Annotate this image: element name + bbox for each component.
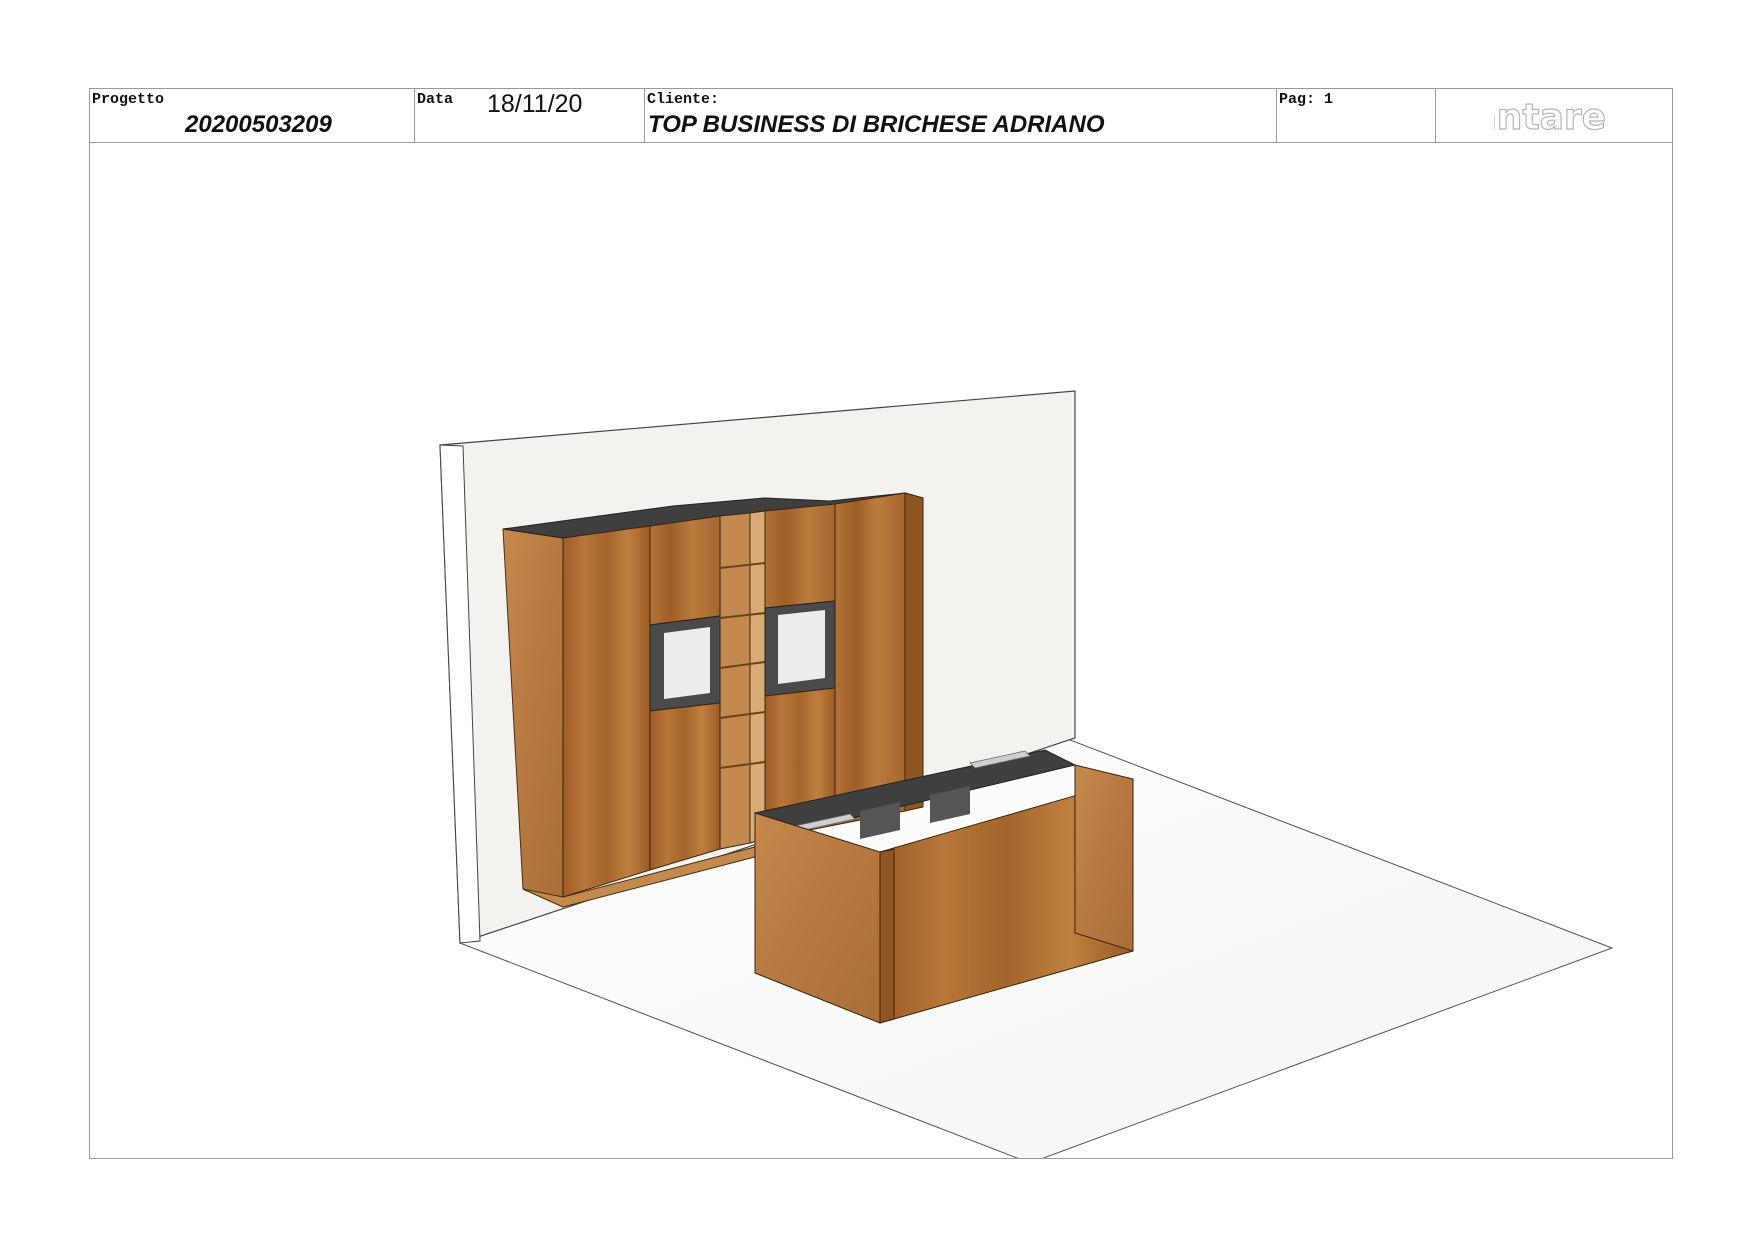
client-name: TOP BUSINESS DI BRICHESE ADRIANO bbox=[648, 111, 1105, 138]
open-shelf-side bbox=[749, 510, 766, 844]
upper-door-left bbox=[649, 515, 721, 626]
wardrobe-door-1 bbox=[562, 525, 651, 898]
title-block: Progetto 20200503209 Data 18/11/20 Clien… bbox=[90, 89, 1672, 143]
client-cell: Cliente: TOP BUSINESS DI BRICHESE ADRIAN… bbox=[645, 89, 1277, 142]
niche-right-back bbox=[778, 610, 825, 684]
date-value: 18/11/20 bbox=[487, 90, 583, 118]
niche-left-back bbox=[664, 627, 710, 699]
page-cell: Pag: 1 bbox=[1277, 89, 1436, 142]
desk-side-left-edge bbox=[879, 848, 895, 1024]
wardrobe-door-right bbox=[834, 492, 906, 826]
lower-door-left bbox=[649, 702, 721, 871]
antares-logo-icon: antares bbox=[1494, 96, 1606, 137]
client-label: Cliente: bbox=[647, 91, 720, 108]
date-label: Data bbox=[417, 91, 454, 108]
wardrobe-right-edge bbox=[904, 492, 924, 812]
upper-door-right bbox=[764, 503, 836, 609]
date-cell: Data 18/11/20 bbox=[415, 89, 645, 142]
page-number: Pag: 1 bbox=[1279, 91, 1334, 108]
project-number: 20200503209 bbox=[185, 111, 332, 138]
drawing-sheet: Progetto 20200503209 Data 18/11/20 Clien… bbox=[89, 88, 1673, 1159]
3d-rendering bbox=[439, 390, 1614, 1158]
logo-wordmark: antares bbox=[1494, 97, 1606, 137]
project-label: Progetto bbox=[92, 91, 165, 108]
project-cell: Progetto 20200503209 bbox=[90, 89, 415, 142]
desk-side-right bbox=[1074, 764, 1134, 952]
open-shelf-column bbox=[719, 512, 751, 850]
logo-cell: antares bbox=[1436, 89, 1673, 142]
